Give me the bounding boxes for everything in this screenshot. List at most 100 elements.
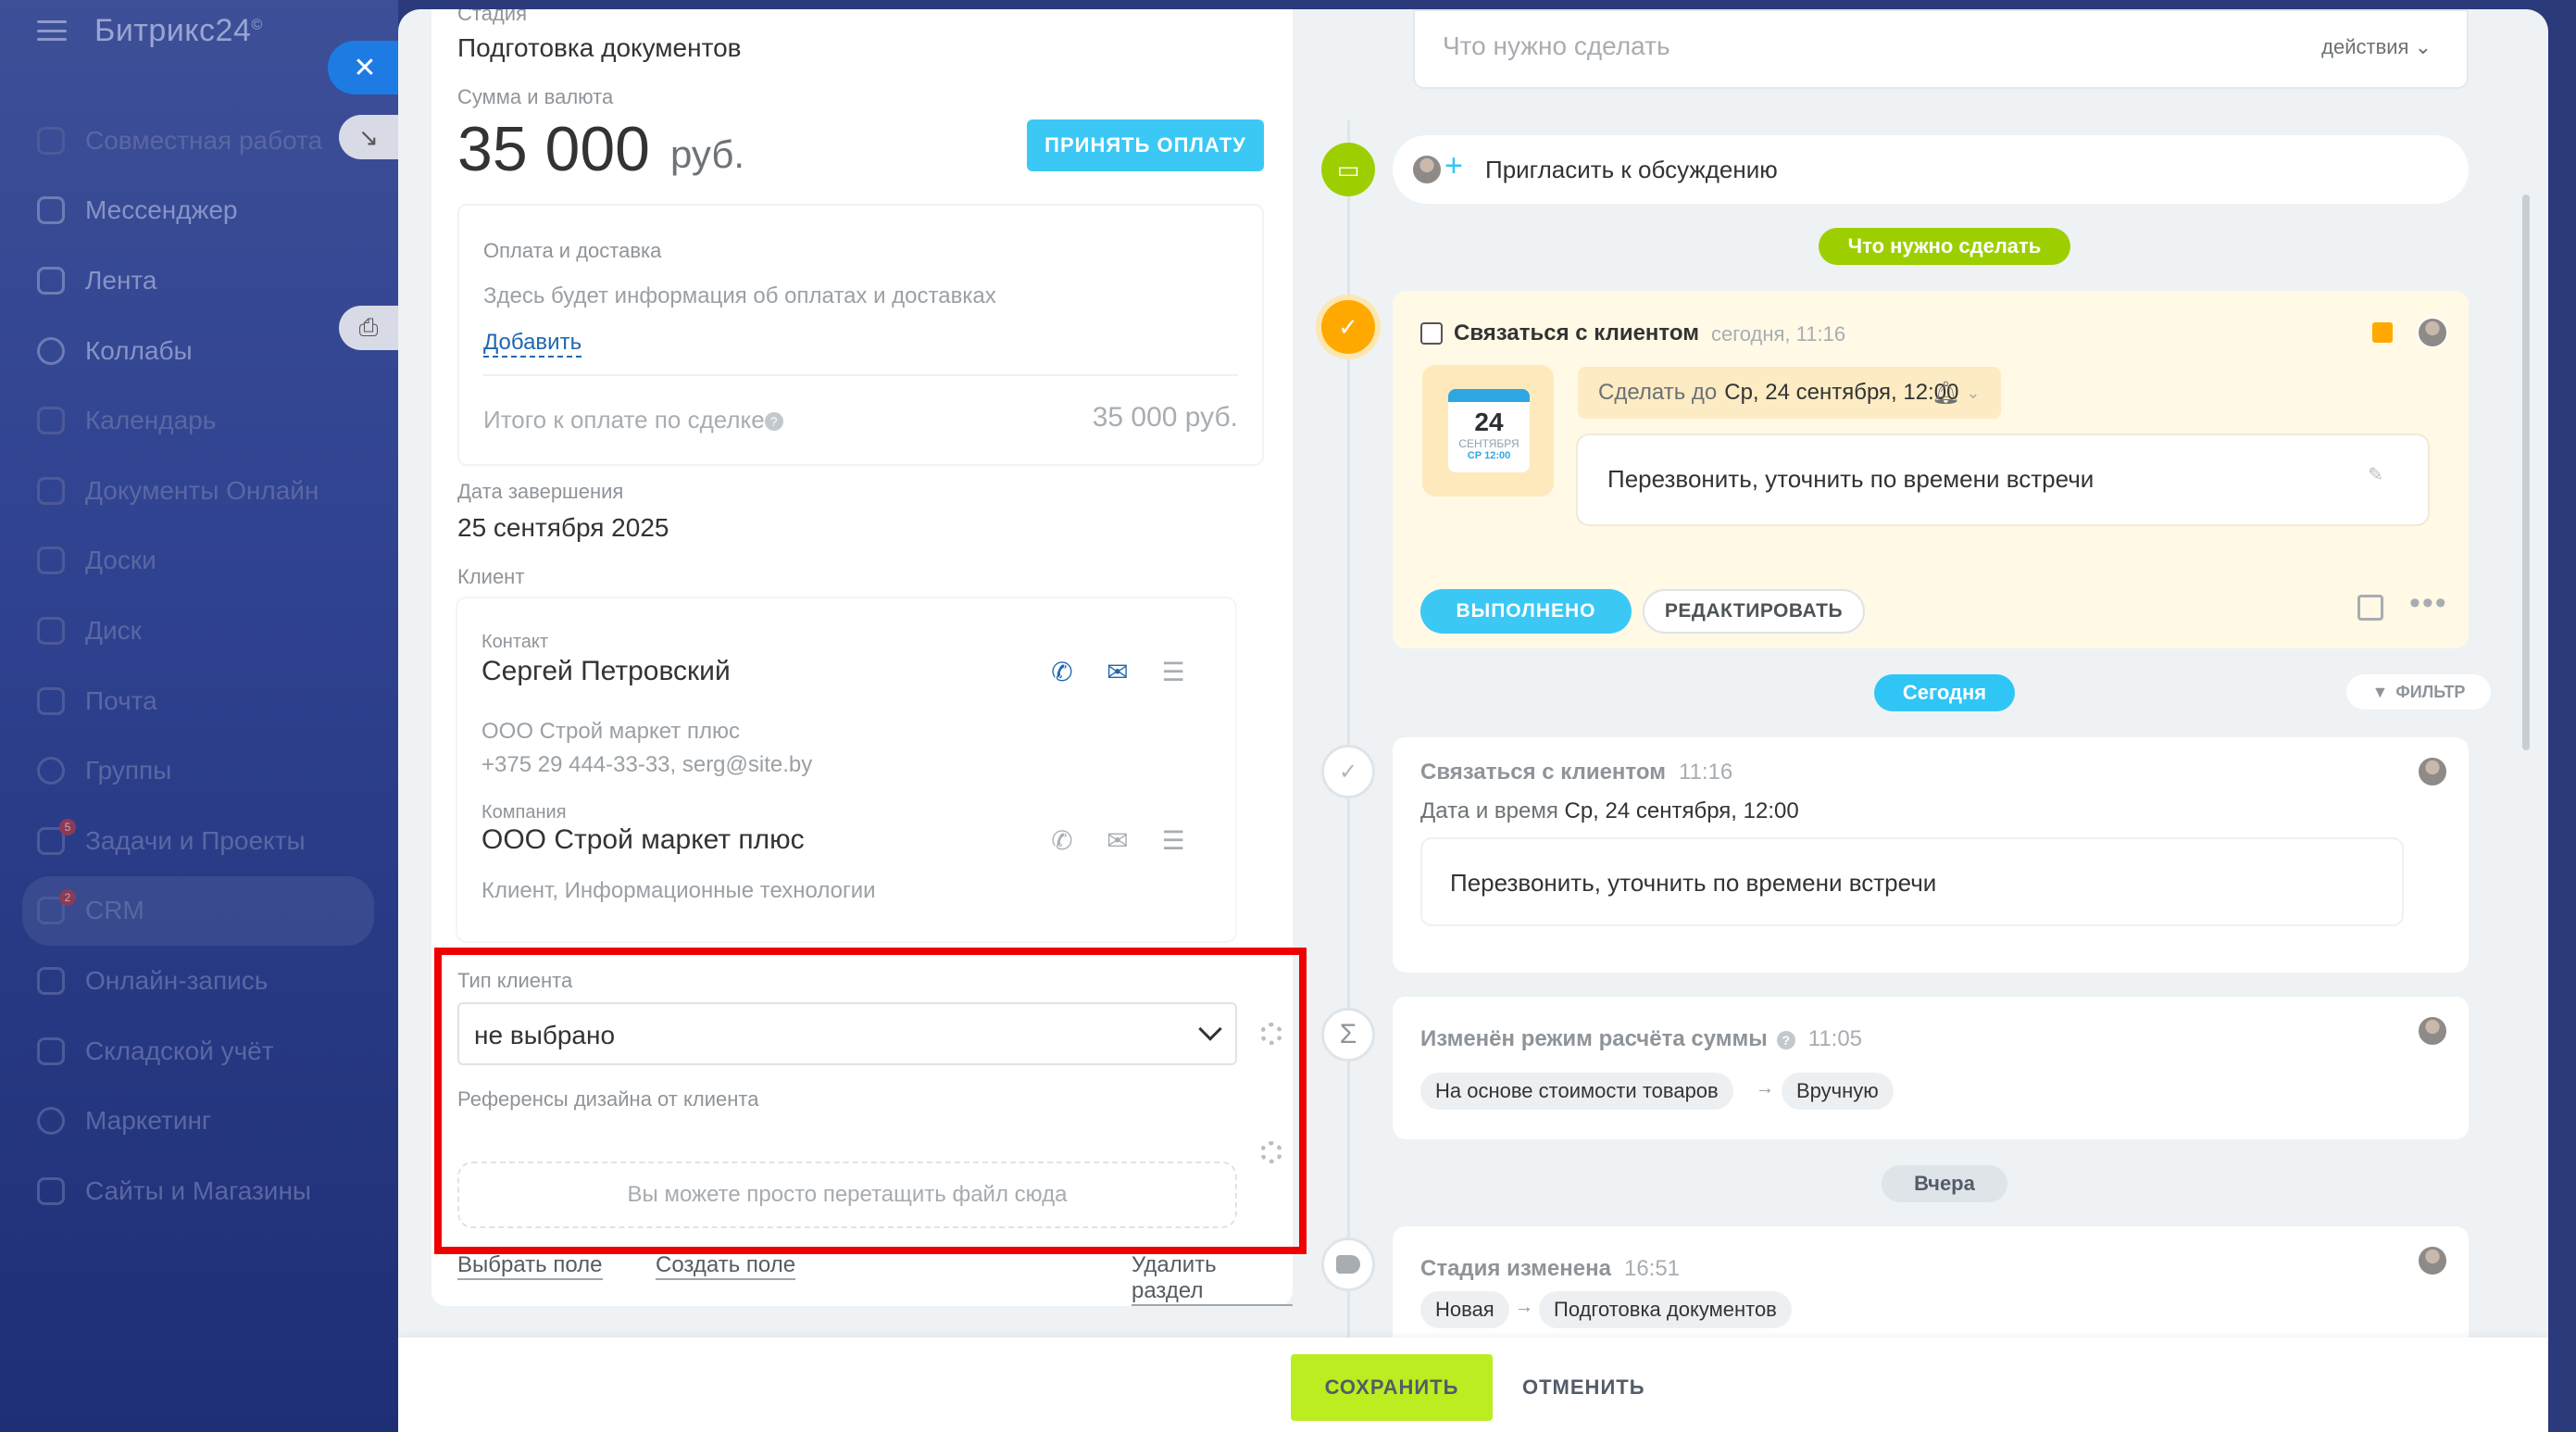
sidebar-item-calendar[interactable]: Календарь (22, 385, 374, 456)
payment-info: Здесь будет информация об оплатах и дост… (483, 283, 996, 308)
crm-counter: 2 (59, 888, 76, 906)
minimize-slider-button[interactable]: ↘ (339, 115, 398, 159)
history-item-stage: Стадия изменена 16:51 Новая → Подготовка … (1393, 1226, 2469, 1356)
done-button[interactable]: ВЫПОЛНЕНО (1420, 589, 1632, 634)
task-description-text: Перезвонить, уточнить по времени встречи (1607, 465, 2095, 493)
help-icon[interactable]: ? (1776, 1030, 1795, 1049)
sidebar-item-boards[interactable]: Доски (22, 526, 374, 597)
company-details: Клиент, Информационные технологии (481, 878, 876, 903)
chat-icon[interactable]: ☰ (1157, 656, 1189, 687)
today-pill: Сегодня (1874, 674, 2015, 711)
create-field-link[interactable]: Создать поле (656, 1252, 796, 1280)
mail-icon (37, 686, 65, 715)
pencil-icon[interactable]: ✎ (2368, 463, 2383, 486)
brand-logo: Битрикс24© (94, 12, 263, 48)
stage-value[interactable]: Подготовка документов (457, 33, 742, 63)
chat-icon (37, 196, 65, 225)
contact-name[interactable]: Сергей Петровский (481, 656, 731, 687)
marketing-icon (37, 1107, 65, 1136)
minimize-arrow-icon: ↘ (358, 122, 379, 151)
edit-button[interactable]: РЕДАКТИРОВАТЬ (1643, 589, 1865, 634)
history-text-box: Перезвонить, уточнить по времени встречи (1420, 837, 2404, 926)
sidebar-header: Битрикс24© (37, 7, 263, 54)
delete-section-link[interactable]: Удалить раздел (1132, 1252, 1293, 1306)
from-chip: Новая (1420, 1291, 1509, 1328)
choose-field-link[interactable]: Выбрать поле (457, 1252, 603, 1280)
calendar-icon (37, 407, 65, 435)
sidebar-nav: Совместная работа Мессенджер Лента Колла… (22, 106, 374, 1226)
calendar-icon: 24 СЕНТЯБРЯ СР 12:00 (1422, 365, 1554, 496)
left-sidebar: Битрикс24© Совместная работа Мессенджер … (0, 0, 398, 1432)
divider (483, 374, 1238, 376)
menu-icon[interactable] (37, 20, 67, 41)
actions-dropdown[interactable]: действия ⌄ (2321, 35, 2432, 59)
task-card: Связаться с клиентом сегодня, 11:16 24 С… (1393, 291, 2469, 648)
print-icon: ⎙ (358, 313, 379, 341)
todo-placeholder: Что нужно сделать (1443, 31, 1670, 60)
company-name[interactable]: ООО Строй маркет плюс (481, 824, 805, 856)
accept-payment-button[interactable]: ПРИНЯТЬ ОПЛАТУ (1027, 119, 1264, 171)
sidebar-item-documents[interactable]: Документы Онлайн (22, 456, 374, 526)
sidebar-item-messenger[interactable]: Мессенджер (22, 176, 374, 246)
sum-icon: Σ (1321, 1008, 1375, 1061)
sidebar-item-collabs[interactable]: Коллабы (22, 316, 374, 386)
task-color-marker[interactable] (2372, 322, 2393, 343)
mail-icon[interactable]: ✉ (1102, 656, 1133, 687)
stage-label: Стадия (457, 9, 527, 25)
chat-icon[interactable]: ☰ (1157, 824, 1189, 856)
contact-small-label: Контакт (481, 632, 549, 652)
client-label: Клиент (457, 565, 525, 588)
todo-input[interactable]: Что нужно сделать действия ⌄ (1413, 9, 2469, 89)
bell-icon[interactable]: 🔔︎ (1932, 380, 1959, 407)
help-icon[interactable]: ? (764, 412, 783, 432)
sidebar-item-groups[interactable]: Группы (22, 735, 374, 806)
sidebar-item-warehouse[interactable]: Складской учёт (22, 1016, 374, 1087)
task-time: сегодня, 11:16 (1711, 322, 1846, 345)
sum-value[interactable]: 35 000 (457, 113, 650, 185)
close-slider-button[interactable]: ✕ (328, 41, 402, 94)
task-description[interactable]: Перезвонить, уточнить по времени встречи… (1578, 435, 2428, 524)
collab-icon (37, 126, 65, 155)
close-date-value[interactable]: 25 сентября 2025 (457, 513, 669, 543)
comment-icon: ▭ (1321, 143, 1375, 196)
history-title: Изменён режим расчёта суммы? 11:05 (1420, 1026, 1863, 1051)
sidebar-item-mail[interactable]: Почта (22, 666, 374, 736)
sidebar-item-booking[interactable]: Онлайн-запись (22, 946, 374, 1016)
phone-icon[interactable]: ✆ (1046, 656, 1078, 687)
sidebar-item-feed[interactable]: Лента (22, 245, 374, 316)
chevron-down-icon: ⌄ (1966, 383, 1981, 402)
task-check-icon: ✓ (1321, 300, 1375, 354)
booking-icon (37, 966, 65, 995)
contact-details: +375 29 444-33-33, serg@site.by (481, 752, 813, 777)
avatar (2417, 1015, 2448, 1047)
avatar (2417, 756, 2448, 787)
filter-button[interactable]: ▼ ФИЛЬТР (2346, 674, 2491, 710)
add-payment-link[interactable]: Добавить (483, 330, 582, 358)
documents-icon (37, 476, 65, 505)
sidebar-item-tasks[interactable]: 5 Задачи и Проекты (22, 806, 374, 876)
sum-currency: руб. (670, 132, 745, 176)
task-checkbox[interactable] (1420, 322, 1443, 345)
sidebar-item-crm[interactable]: 2 CRM (22, 875, 374, 947)
sidebar-item-collab[interactable]: Совместная работа (22, 106, 374, 176)
more-icon[interactable]: ••• (2409, 585, 2448, 622)
phone-icon[interactable]: ✆ (1046, 824, 1078, 856)
avatar (2417, 1245, 2448, 1276)
print-button[interactable]: ⎙ (339, 306, 398, 350)
sidebar-item-sites[interactable]: Сайты и Магазины (22, 1156, 374, 1226)
scrollbar[interactable] (2522, 195, 2530, 750)
payment-delivery-block: Оплата и доставка Здесь будет информация… (457, 204, 1264, 466)
sidebar-item-marketing[interactable]: Маркетинг (22, 1086, 374, 1156)
mail-icon[interactable]: ✉ (1102, 824, 1133, 856)
save-button[interactable]: СОХРАНИТЬ (1291, 1354, 1493, 1421)
note-icon[interactable] (2357, 595, 2383, 621)
footer-bar: СОХРАНИТЬ ОТМЕНИТЬ (398, 1338, 2548, 1432)
history-title: Связаться с клиентом 11:16 (1420, 760, 1733, 785)
stage-tag-icon (1321, 1237, 1375, 1291)
client-block: Контакт Сергей Петровский ✆ ✉ ☰ ООО Стро… (457, 598, 1235, 941)
history-item-task: Связаться с клиентом 11:16 Дата и время С… (1393, 737, 2469, 973)
task-title[interactable]: Связаться с клиентом (1454, 320, 1699, 346)
invite-to-discussion[interactable]: + Пригласить к обсуждению (1393, 135, 2469, 204)
sidebar-item-disk[interactable]: Диск (22, 596, 374, 666)
cancel-button[interactable]: ОТМЕНИТЬ (1511, 1354, 1657, 1421)
